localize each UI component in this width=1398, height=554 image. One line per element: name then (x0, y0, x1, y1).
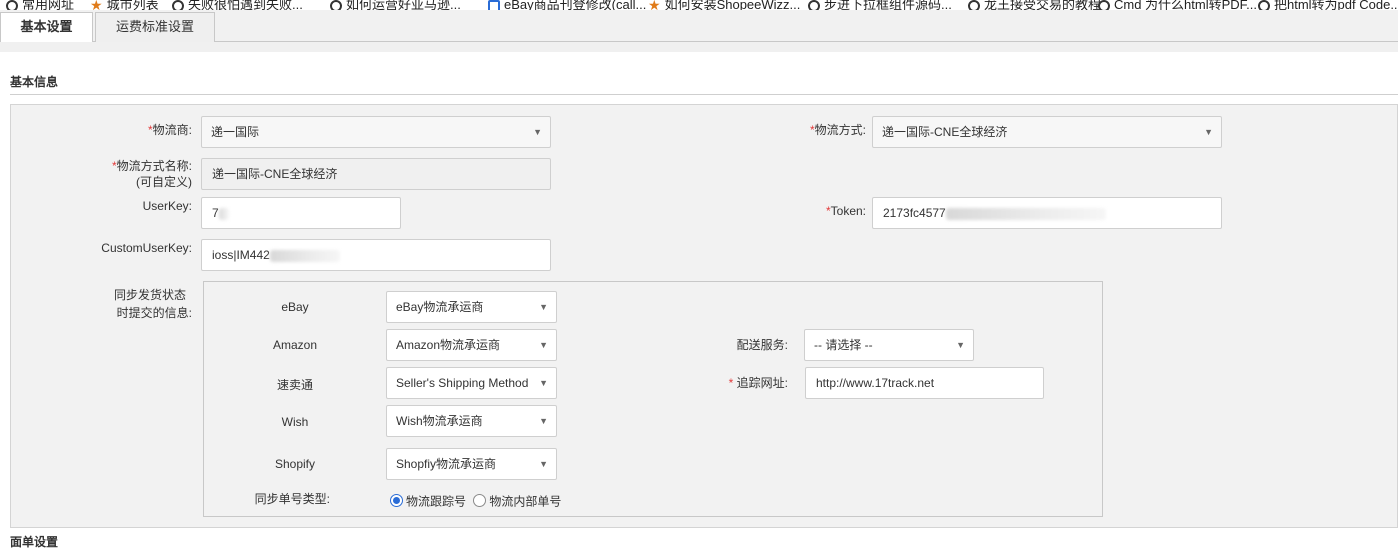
bookmark-item[interactable]: 步进下拉框组件源码... (808, 0, 952, 10)
globe-icon (1098, 0, 1110, 10)
tab-basic-settings[interactable]: 基本设置 (0, 12, 93, 43)
bookmark-item[interactable]: ★ 城市列表 (90, 0, 159, 10)
platform-label-wish: Wish (281, 415, 309, 429)
tracking-url-input[interactable]: http://www.17track.net (805, 367, 1044, 399)
radio-internal-number[interactable]: 物流内部单号 (473, 493, 561, 508)
section-title-form-settings: 面单设置 (10, 535, 59, 549)
shipping-method-label: *物流方式: (809, 123, 866, 137)
method-name-sublabel: (可自定义) (136, 175, 192, 189)
aliexpress-carrier-select[interactable]: Seller's Shipping Method ▼ (386, 367, 557, 399)
ebay-carrier-select[interactable]: eBay物流承运商 ▼ (386, 291, 557, 323)
dropdown-arrow-icon: ▼ (533, 127, 542, 137)
dropdown-arrow-icon: ▼ (539, 340, 548, 350)
star-icon: ★ (90, 0, 103, 10)
radio-tracking-number[interactable]: 物流跟踪号 (390, 493, 466, 508)
bookmarks-bar: 常用网址 ★ 城市列表 失败很怕遇到失败... 如何运营好亚马逊... eBay商… (0, 0, 1398, 10)
content-top-strip (0, 42, 1398, 52)
custom-userkey-label: CustomUserKey: (101, 241, 192, 255)
dropdown-arrow-icon: ▼ (1204, 127, 1213, 137)
dropdown-arrow-icon: ▼ (539, 302, 548, 312)
globe-icon (808, 0, 820, 10)
globe-icon (172, 0, 184, 10)
redacted-mask (945, 207, 1106, 220)
bookmark-item[interactable]: Cmd 为什么html转PDF... (1098, 0, 1257, 10)
custom-userkey-input[interactable]: ioss|IM442 (201, 239, 551, 271)
userkey-input[interactable]: 7 (201, 197, 401, 229)
delivery-service-select[interactable]: -- 请选择 -- ▼ (804, 329, 974, 361)
star-icon: ★ (648, 0, 661, 10)
radio-button[interactable] (473, 494, 487, 507)
redacted-mask (269, 249, 340, 262)
section-title-basic-info: 基本信息 (10, 75, 59, 89)
bookmark-item[interactable]: 常用网址 (6, 0, 74, 10)
folder-icon (6, 0, 18, 10)
dropdown-arrow-icon: ▼ (539, 378, 548, 388)
bookmark-item[interactable]: 如何运营好亚马逊... (330, 0, 461, 10)
tab-shipping-fee-settings[interactable]: 运费标准设置 (95, 12, 215, 42)
bookmark-item[interactable]: 龙王接受交易的教程 (968, 0, 1101, 10)
amazon-carrier-select[interactable]: Amazon物流承运商 ▼ (386, 329, 557, 361)
platform-label-aliexpress: 速卖通 (276, 378, 313, 392)
bookmark-item[interactable]: 把html转为pdf Code... (1258, 0, 1398, 10)
platform-label-amazon: Amazon (272, 338, 318, 352)
token-label: *Token: (825, 204, 866, 218)
tab-bar: 基本设置 运费标准设置 (0, 10, 1398, 43)
redacted-mask (218, 207, 229, 220)
bookmark-item[interactable]: 失败很怕遇到失败... (172, 0, 303, 10)
bookmark-item[interactable]: eBay商品刊登修改(call... (488, 0, 646, 10)
dropdown-arrow-icon: ▼ (539, 416, 548, 426)
globe-icon (1258, 0, 1270, 10)
dropdown-arrow-icon: ▼ (539, 459, 548, 469)
tracking-url-label: * 追踪网址: (728, 376, 788, 390)
wish-carrier-select[interactable]: Wish物流承运商 ▼ (386, 405, 557, 437)
ebay-icon (488, 0, 500, 10)
token-input[interactable]: 2173fc4577 (872, 197, 1222, 229)
radio-button-selected[interactable] (390, 494, 403, 507)
platform-label-shopify: Shopify (274, 457, 316, 471)
globe-icon (968, 0, 980, 10)
section-divider (10, 94, 1398, 95)
platform-carrier-box (203, 281, 1103, 517)
userkey-label: UserKey: (142, 199, 192, 213)
bookmark-item[interactable]: ★ 如何安装ShopeeWizz... (648, 0, 800, 10)
method-name-input[interactable]: 递一国际-CNE全球经济 (201, 158, 551, 190)
method-name-label: *物流方式名称: (可自定义) (60, 158, 192, 190)
sync-info-label: 同步发货状态 时提交的信息: (113, 288, 192, 320)
globe-icon (330, 0, 342, 10)
carrier-label: *物流商: (147, 123, 192, 137)
sync-number-type-label: 同步单号类型: (254, 492, 330, 506)
platform-label-ebay: eBay (281, 300, 309, 314)
dropdown-arrow-icon: ▼ (956, 340, 965, 350)
shopify-carrier-select[interactable]: Shopfiy物流承运商 ▼ (386, 448, 557, 480)
delivery-service-label: 配送服务: (736, 338, 788, 352)
sync-number-type-options: 物流跟踪号 物流内部单号 (390, 492, 561, 509)
carrier-select[interactable]: 递一国际 ▼ (201, 116, 551, 148)
shipping-method-select[interactable]: 递一国际-CNE全球经济 ▼ (872, 116, 1222, 148)
